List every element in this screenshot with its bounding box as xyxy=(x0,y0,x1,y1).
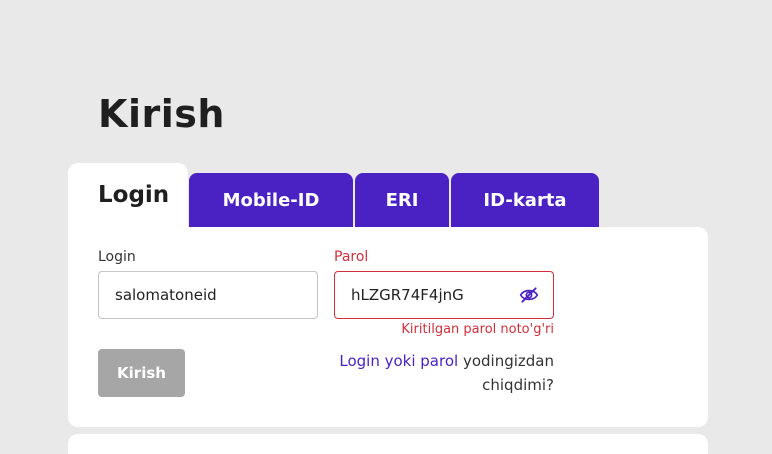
eye-slash-icon[interactable] xyxy=(519,286,539,304)
password-input[interactable]: hLZGR74F4jnG xyxy=(334,271,554,319)
submit-button[interactable]: Kirish xyxy=(98,349,185,397)
login-field-label: Login xyxy=(98,249,136,265)
forgot-credentials-text: yodingizdan chiqdimi? xyxy=(462,352,554,394)
secondary-card xyxy=(68,434,708,454)
tab-id-karta[interactable]: ID-karta xyxy=(451,173,599,227)
login-input[interactable]: salomatoneid xyxy=(98,271,318,319)
auth-tabs: Login Mobile-ID ERI ID-karta xyxy=(68,163,608,227)
tab-mobile-id[interactable]: Mobile-ID xyxy=(189,173,353,227)
tab-login[interactable]: Login xyxy=(68,163,188,227)
page-title: Kirish xyxy=(98,92,225,136)
password-field-label: Parol xyxy=(334,249,369,265)
password-error-message: Kiritilgan parol noto'g'ri xyxy=(401,322,554,337)
tab-eri[interactable]: ERI xyxy=(355,173,449,227)
forgot-credentials: Login yoki parol yodingizdan chiqdimi? xyxy=(318,349,554,397)
password-value: hLZGR74F4jnG xyxy=(351,286,464,304)
login-form-card: Login salomatoneid Parol hLZGR74F4jnG Ki… xyxy=(68,227,708,427)
forgot-credentials-link[interactable]: Login yoki parol xyxy=(339,352,458,370)
